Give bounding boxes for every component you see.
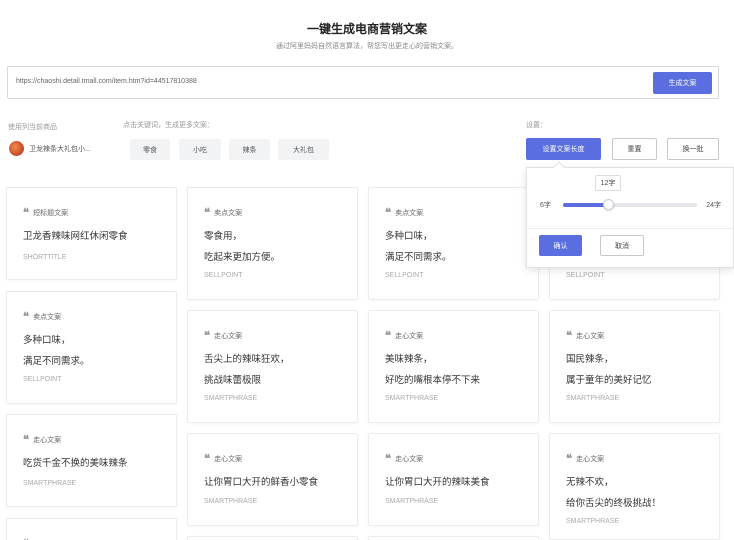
- card-type: ❛❛ 走心文案: [385, 452, 424, 465]
- card-code: SMARTPHRASE: [204, 498, 258, 505]
- copy-card[interactable]: ❛❛ 走心文案 无辣不欢， 给你舌尖的终极挑战！ SMARTPHRASE: [549, 433, 720, 540]
- card-code: SMARTPHRASE: [566, 395, 620, 402]
- card-text: 美味辣条， 好吃的嘴根本停不下来: [385, 354, 481, 386]
- keyword-tag[interactable]: 小吃: [179, 139, 221, 160]
- card-code: SMARTPHRASE: [23, 480, 77, 487]
- card-text: 国民辣条， 属于童年的美好记忆: [566, 354, 652, 386]
- length-popover: 12字 6字 24字 确认 取消: [526, 161, 734, 268]
- card-code: SMARTPHRASE: [385, 498, 439, 505]
- quote-icon: ❛❛: [204, 452, 210, 465]
- card-code: SELLPOINT: [204, 272, 243, 279]
- quote-icon: ❛❛: [23, 206, 29, 219]
- generate-button[interactable]: 生成文案: [653, 72, 712, 94]
- card-type: ❛❛ 走心文案: [204, 329, 243, 342]
- popover-divider: [527, 228, 733, 229]
- card-code: SHORTTITLE: [23, 254, 67, 261]
- copy-card[interactable]: ❛❛ 卖点文案 多种口味， 满足不同需求。 SELLPOINT: [368, 187, 539, 300]
- url-input-value[interactable]: https://chaoshi.detail.tmall.com/item.ht…: [16, 78, 197, 85]
- refresh-batch-button[interactable]: 换一批: [667, 138, 719, 160]
- quote-icon: ❛❛: [23, 310, 29, 323]
- card-type: ❛❛ 走心文案: [23, 433, 62, 446]
- card-code: SELLPOINT: [23, 376, 62, 383]
- card-text: 多种口味， 满足不同需求。: [385, 231, 452, 263]
- copy-card[interactable]: ❛❛ 短标题文案 卫龙香辣味网红休闲零食 SHORTTITLE: [6, 187, 177, 280]
- card-type: ❛❛ 走心文案: [566, 452, 605, 465]
- card-code: SELLPOINT: [566, 272, 605, 279]
- copy-card[interactable]: ❛❛ 走心文案 吃货千金不换的美味辣条 SMARTPHRASE: [6, 414, 177, 507]
- card-code: SELLPOINT: [385, 272, 424, 279]
- slider-max-label: 24字: [706, 202, 721, 209]
- confirm-button[interactable]: 确认: [539, 235, 582, 256]
- card-text: 吃货千金不换的美味辣条: [23, 458, 128, 469]
- popover-arrow: [553, 161, 565, 173]
- product-name: 卫龙辣条大礼包小...: [29, 145, 91, 153]
- set-length-button[interactable]: 设置文案长度: [526, 138, 601, 160]
- slider-handle[interactable]: [602, 199, 614, 210]
- card-type: ❛❛ 卖点文案: [385, 206, 424, 219]
- quote-icon: ❛❛: [385, 452, 391, 465]
- url-input[interactable]: https://chaoshi.detail.tmall.com/item.ht…: [7, 66, 719, 99]
- keyword-tag[interactable]: 大礼包: [278, 139, 329, 160]
- card-text: 让你胃口大开的鲜香小零食: [204, 477, 319, 488]
- card-code: SMARTPHRASE: [385, 395, 439, 402]
- cancel-button[interactable]: 取消: [600, 235, 644, 256]
- length-slider[interactable]: [563, 199, 697, 210]
- quote-icon: ❛❛: [204, 329, 210, 342]
- card-type: ❛❛ 卖点文案: [204, 206, 243, 219]
- slider-min-label: 6字: [540, 202, 551, 209]
- card-text: 多种口味， 满足不同需求。: [23, 335, 90, 367]
- card-code: SMARTPHRASE: [566, 518, 620, 525]
- card-type: ❛❛ 卖点文案: [23, 310, 62, 323]
- card-text: 卫龙香辣味网红休闲零食: [23, 231, 128, 242]
- page-subtitle: 通过阿里妈妈自然语言算法，帮您写出更走心的营销文案。: [276, 43, 458, 50]
- product-thumbnail: [9, 141, 24, 156]
- card-type: ❛❛ 走心文案: [204, 452, 243, 465]
- settings-label: 设置：: [526, 122, 547, 129]
- quote-icon: ❛❛: [385, 206, 391, 219]
- card-code: SMARTPHRASE: [204, 395, 258, 402]
- copy-card[interactable]: ❛❛ 走心文案 让你胃口大开的辣味美食 SMARTPHRASE: [368, 433, 539, 526]
- keyword-tag[interactable]: 零食: [130, 139, 170, 160]
- slider-value-tooltip: 12字: [595, 175, 621, 191]
- quote-icon: ❛❛: [204, 206, 210, 219]
- quote-icon: ❛❛: [385, 329, 391, 342]
- copy-card[interactable]: ❛❛: [6, 518, 177, 540]
- keyword-tag[interactable]: 辣条: [229, 139, 270, 160]
- card-type: ❛❛ 短标题文案: [23, 206, 69, 219]
- copy-card[interactable]: ❛❛ 卖点文案 多种口味， 满足不同需求。 SELLPOINT: [6, 291, 177, 404]
- copy-card[interactable]: ❛❛ 卖点文案 零食用， 吃起来更加方便。 SELLPOINT: [187, 187, 358, 300]
- copy-card[interactable]: [187, 536, 358, 540]
- quote-icon: ❛❛: [566, 452, 572, 465]
- card-type: ❛❛ 走心文案: [566, 329, 605, 342]
- card-text: 舌尖上的辣味狂欢， 挑战味蕾极限: [204, 354, 290, 386]
- card-text: 让你胃口大开的辣味美食: [385, 477, 490, 488]
- copy-card[interactable]: ❛❛ 走心文案 国民辣条， 属于童年的美好记忆 SMARTPHRASE: [549, 310, 720, 423]
- copy-card[interactable]: [368, 536, 539, 540]
- page-title: 一键生成电商营销文案: [306, 22, 427, 36]
- current-product[interactable]: 卫龙辣条大礼包小...: [9, 141, 91, 156]
- copy-card[interactable]: ❛❛ 走心文案 美味辣条， 好吃的嘴根本停不下来 SMARTPHRASE: [368, 310, 539, 423]
- reset-button[interactable]: 重置: [612, 138, 657, 160]
- quote-icon: ❛❛: [23, 433, 29, 446]
- card-text: 零食用， 吃起来更加方便。: [204, 231, 281, 263]
- slider-fill: [563, 203, 608, 207]
- card-text: 无辣不欢， 给你舌尖的终极挑战！: [566, 477, 662, 509]
- quote-icon: ❛❛: [566, 329, 572, 342]
- copy-card[interactable]: ❛❛ 走心文案 让你胃口大开的鲜香小零食 SMARTPHRASE: [187, 433, 358, 526]
- card-type: ❛❛ 走心文案: [385, 329, 424, 342]
- keywords-label: 点击关键词，生成更多文案：: [123, 122, 214, 129]
- product-section-label: 使用列当前商品: [8, 124, 57, 131]
- copy-card[interactable]: ❛❛ 走心文案 舌尖上的辣味狂欢， 挑战味蕾极限 SMARTPHRASE: [187, 310, 358, 423]
